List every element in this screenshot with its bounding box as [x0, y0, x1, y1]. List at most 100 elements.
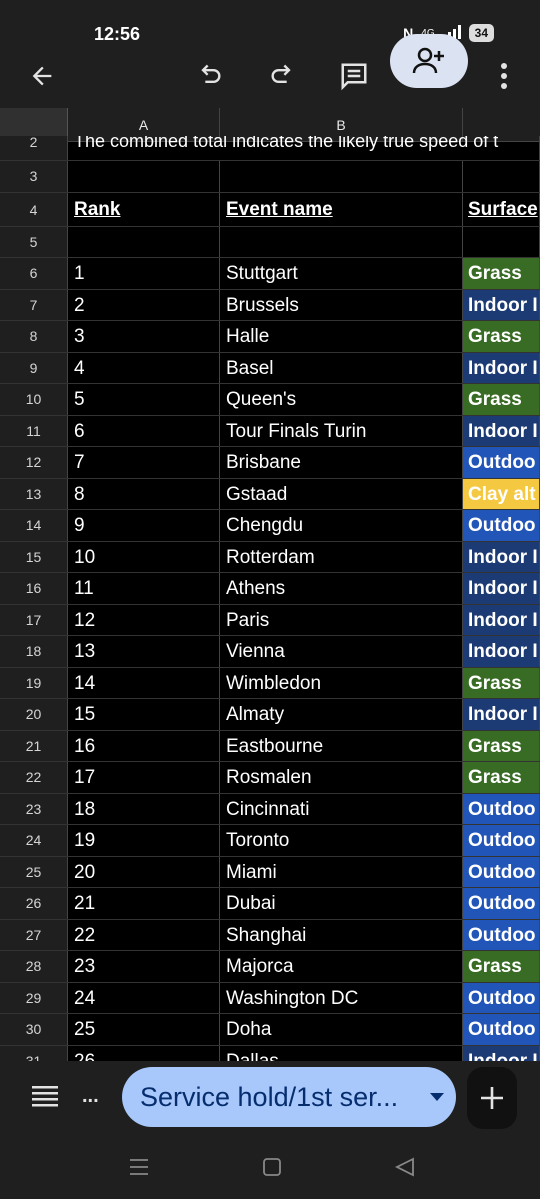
- rank-cell[interactable]: 25: [68, 1014, 220, 1045]
- row-number[interactable]: 25: [0, 856, 68, 887]
- rank-cell[interactable]: 22: [68, 919, 220, 950]
- rank-cell[interactable]: 2: [68, 289, 220, 320]
- row-number[interactable]: 5: [0, 226, 68, 257]
- surface-cell[interactable]: Grass: [463, 667, 540, 698]
- event-name-header-cell[interactable]: Event name: [220, 192, 463, 226]
- surface-cell[interactable]: Grass: [463, 951, 540, 982]
- row-number[interactable]: 14: [0, 510, 68, 541]
- rank-cell[interactable]: 5: [68, 384, 220, 415]
- recent-apps-button[interactable]: [128, 1157, 150, 1182]
- event-name-cell[interactable]: Halle: [220, 321, 463, 352]
- event-name-cell[interactable]: Doha: [220, 1014, 463, 1045]
- rank-header-cell[interactable]: Rank: [68, 192, 220, 226]
- event-name-cell[interactable]: Stuttgart: [220, 258, 463, 289]
- event-name-cell[interactable]: Dubai: [220, 888, 463, 919]
- more-sheets-indicator[interactable]: ...: [82, 1085, 99, 1108]
- surface-cell[interactable]: Grass: [463, 384, 540, 415]
- surface-cell[interactable]: Grass: [463, 258, 540, 289]
- row-number[interactable]: 6: [0, 258, 68, 289]
- comment-button[interactable]: [332, 44, 376, 108]
- rank-cell[interactable]: 19: [68, 825, 220, 856]
- rank-cell[interactable]: 15: [68, 699, 220, 730]
- event-name-cell[interactable]: Eastbourne: [220, 730, 463, 761]
- rank-cell[interactable]: 11: [68, 573, 220, 604]
- event-name-cell[interactable]: Washington DC: [220, 982, 463, 1013]
- rank-cell[interactable]: 23: [68, 951, 220, 982]
- event-name-cell[interactable]: Wimbledon: [220, 667, 463, 698]
- event-name-cell[interactable]: Rosmalen: [220, 762, 463, 793]
- row-number[interactable]: 28: [0, 951, 68, 982]
- surface-header-cell[interactable]: Surface: [463, 192, 540, 226]
- row-number[interactable]: 17: [0, 604, 68, 635]
- surface-cell[interactable]: Outdoo: [463, 510, 540, 541]
- rank-cell[interactable]: 21: [68, 888, 220, 919]
- event-name-cell[interactable]: Miami: [220, 856, 463, 887]
- surface-cell[interactable]: Indoor I: [463, 636, 540, 667]
- rank-cell[interactable]: 1: [68, 258, 220, 289]
- rank-cell[interactable]: 8: [68, 478, 220, 509]
- rank-cell[interactable]: 6: [68, 415, 220, 446]
- cell[interactable]: [463, 226, 540, 257]
- event-name-cell[interactable]: Tour Finals Turin: [220, 415, 463, 446]
- event-name-cell[interactable]: Gstaad: [220, 478, 463, 509]
- surface-cell[interactable]: Indoor I: [463, 573, 540, 604]
- event-name-cell[interactable]: Athens: [220, 573, 463, 604]
- event-name-cell[interactable]: Toronto: [220, 825, 463, 856]
- rank-cell[interactable]: 10: [68, 541, 220, 572]
- rank-cell[interactable]: 13: [68, 636, 220, 667]
- row-number[interactable]: 8: [0, 321, 68, 352]
- row-number[interactable]: 30: [0, 1014, 68, 1045]
- row-number[interactable]: 29: [0, 982, 68, 1013]
- surface-cell[interactable]: Grass: [463, 762, 540, 793]
- surface-cell[interactable]: Outdoo: [463, 793, 540, 824]
- surface-cell[interactable]: Outdoo: [463, 856, 540, 887]
- row-number[interactable]: 19: [0, 667, 68, 698]
- event-name-cell[interactable]: Brisbane: [220, 447, 463, 478]
- row-number[interactable]: 15: [0, 541, 68, 572]
- surface-cell[interactable]: Grass: [463, 730, 540, 761]
- note-cell[interactable]: The combined total indicates the likely …: [68, 136, 540, 160]
- row-number[interactable]: 16: [0, 573, 68, 604]
- surface-cell[interactable]: Indoor I: [463, 604, 540, 635]
- row-number[interactable]: 22: [0, 762, 68, 793]
- event-name-cell[interactable]: Chengdu: [220, 510, 463, 541]
- row-number[interactable]: 10: [0, 384, 68, 415]
- row-number[interactable]: 12: [0, 447, 68, 478]
- rank-cell[interactable]: 4: [68, 352, 220, 383]
- event-name-cell[interactable]: Paris: [220, 604, 463, 635]
- event-name-cell[interactable]: Brussels: [220, 289, 463, 320]
- cell[interactable]: [220, 226, 463, 257]
- surface-cell[interactable]: Indoor I: [463, 699, 540, 730]
- row-number[interactable]: 2: [0, 135, 68, 160]
- all-sheets-button[interactable]: [30, 1083, 60, 1114]
- surface-cell[interactable]: Grass: [463, 321, 540, 352]
- rank-cell[interactable]: 16: [68, 730, 220, 761]
- event-name-cell[interactable]: Cincinnati: [220, 793, 463, 824]
- row-number[interactable]: 9: [0, 352, 68, 383]
- row-number[interactable]: 21: [0, 730, 68, 761]
- event-name-cell[interactable]: Basel: [220, 352, 463, 383]
- rank-cell[interactable]: 20: [68, 856, 220, 887]
- redo-button[interactable]: [260, 44, 304, 108]
- active-sheet-tab[interactable]: Service hold/1st ser...: [122, 1067, 456, 1127]
- rank-cell[interactable]: 26: [68, 1045, 220, 1061]
- surface-cell[interactable]: Outdoo: [463, 919, 540, 950]
- event-name-cell[interactable]: Rotterdam: [220, 541, 463, 572]
- surface-cell[interactable]: Outdoo: [463, 888, 540, 919]
- back-nav-button[interactable]: [394, 1157, 416, 1182]
- surface-cell[interactable]: Outdoo: [463, 982, 540, 1013]
- back-button[interactable]: [20, 44, 64, 108]
- rank-cell[interactable]: 9: [68, 510, 220, 541]
- undo-button[interactable]: [188, 44, 232, 108]
- share-button[interactable]: [390, 34, 468, 88]
- surface-cell[interactable]: Outdoo: [463, 447, 540, 478]
- surface-cell[interactable]: Indoor I: [463, 352, 540, 383]
- surface-cell[interactable]: Indoor I: [463, 541, 540, 572]
- chevron-down-icon[interactable]: [430, 1093, 444, 1101]
- row-number[interactable]: 13: [0, 478, 68, 509]
- cell[interactable]: [463, 161, 540, 192]
- row-number[interactable]: 24: [0, 825, 68, 856]
- row-number[interactable]: 26: [0, 888, 68, 919]
- add-sheet-button[interactable]: [467, 1067, 517, 1129]
- row-number[interactable]: 18: [0, 636, 68, 667]
